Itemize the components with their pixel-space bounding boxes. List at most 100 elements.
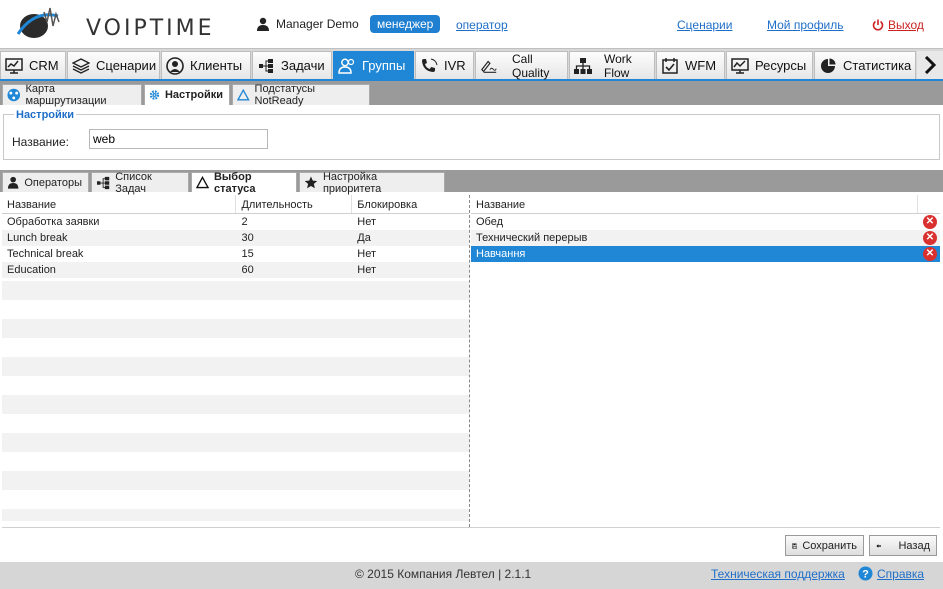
help-icon: ? [858, 566, 873, 581]
selected-statuses-grid: Название Обед ✕ Технический перерыв ✕ На… [471, 195, 940, 527]
save-button[interactable]: Сохранить [785, 535, 864, 556]
tab-groups[interactable]: Группы [333, 51, 414, 79]
remove-icon[interactable]: ✕ [923, 215, 937, 229]
tab-scenarios[interactable]: Сценарии [67, 51, 160, 79]
tab-status-select[interactable]: Выбор статуса [191, 171, 297, 195]
tab-routing-map[interactable]: Карта маршрутизации [2, 83, 142, 107]
table-row[interactable]: Education 60 Нет [2, 262, 469, 278]
tab-ivr[interactable]: IVR [415, 51, 474, 79]
tab-scenarios-label: Сценарии [96, 58, 157, 73]
table-row-selected[interactable]: Навчання ✕ [471, 246, 940, 262]
ivr-icon [420, 57, 438, 75]
cell-name: Technical break [7, 248, 84, 260]
table-row[interactable]: Технический перерыв ✕ [471, 230, 940, 246]
col-header-blocking[interactable]: Блокировка [352, 195, 469, 213]
cell-duration: 30 [241, 232, 254, 244]
tab-statistics[interactable]: Статистика [814, 51, 916, 79]
col-header-name[interactable]: Название [2, 195, 237, 213]
logo-icon [16, 7, 60, 38]
tab-work-flow[interactable]: Work Flow [569, 51, 655, 80]
grid-header: Название Длительность Блокировка [2, 195, 469, 214]
save-label: Сохранить [802, 539, 857, 552]
role-operator-link[interactable]: оператор [456, 18, 508, 32]
workflow-icon [574, 57, 592, 75]
signature-icon [480, 57, 498, 75]
sub-nav: Карта маршрутизации Настройки Подстатусы… [0, 81, 943, 107]
user-icon [7, 176, 19, 189]
group-icon [338, 57, 356, 75]
svg-text:?: ? [862, 569, 869, 581]
tab-crm[interactable]: CRM [0, 51, 66, 79]
tab-wfm-label: WFM [685, 58, 717, 73]
my-profile-link[interactable]: Мой профиль [767, 18, 844, 32]
tab-priority-settings[interactable]: Настройка приоритета [299, 171, 445, 195]
cell-blocking: Нет [357, 216, 376, 228]
tab-clients[interactable]: Клиенты [161, 51, 251, 79]
tab-settings-label: Настройки [164, 89, 223, 101]
star-icon [304, 176, 318, 189]
current-user: Manager Demo [256, 17, 359, 31]
layers-icon [72, 57, 90, 75]
col-header-name[interactable]: Название [471, 195, 918, 213]
col-header-duration[interactable]: Длительность [236, 195, 353, 213]
user-icon [257, 17, 269, 31]
cell-name: Обработка заявки [7, 216, 100, 228]
tab-tasks[interactable]: Задачи [252, 51, 332, 79]
tab-call-quality-label: Call Quality [512, 51, 550, 80]
remove-icon[interactable]: ✕ [923, 231, 937, 245]
arrow-left-icon [876, 543, 882, 548]
col-header-actions [918, 195, 940, 213]
cell-name: Lunch break [7, 232, 68, 244]
chevron-right-icon [924, 56, 936, 74]
tasks-icon [96, 176, 110, 189]
chart-icon [5, 57, 23, 75]
table-row[interactable]: Обработка заявки 2 Нет [2, 214, 469, 230]
footer: © 2015 Компания Левтел | 2.1.1 Техническ… [0, 562, 943, 589]
scenarios-link[interactable]: Сценарии [677, 18, 732, 32]
remove-icon[interactable]: ✕ [923, 247, 937, 261]
back-label: Назад [898, 539, 930, 552]
settings-panel: Настройки Название: [3, 109, 940, 160]
tab-crm-label: CRM [29, 58, 59, 73]
action-bar: Сохранить Назад [2, 527, 940, 560]
tab-operators-label: Операторы [24, 176, 82, 189]
logout-link[interactable]: Выход [872, 18, 924, 32]
app-header: VOIPTIME Manager Demo менеджер оператор … [0, 0, 943, 48]
role-manager-badge[interactable]: менеджер [370, 15, 441, 33]
grid-empty-area [471, 262, 940, 522]
copyright: © 2015 Компания Левтел | 2.1.1 [355, 567, 532, 581]
tab-wfm[interactable]: WFM [656, 51, 725, 79]
grid-body: Обработка заявки 2 Нет Lunch break 30 Да… [2, 214, 469, 521]
tab-statistics-label: Статистика [843, 58, 912, 73]
tab-task-list[interactable]: Список Задач [91, 171, 189, 195]
back-button[interactable]: Назад [869, 535, 937, 556]
support-link[interactable]: Техническая поддержка [711, 567, 845, 581]
table-row[interactable]: Lunch break 30 Да [2, 230, 469, 246]
main-nav: CRM Сценарии Клиенты Задачи Группы IVR C… [0, 48, 943, 81]
tab-call-quality[interactable]: Call Quality [475, 51, 568, 80]
cell-duration: 15 [241, 248, 254, 260]
cell-duration: 2 [241, 216, 248, 228]
tab-resources[interactable]: Ресурсы [726, 51, 813, 79]
tab-ivr-label: IVR [444, 58, 466, 73]
table-row[interactable]: Обед ✕ [471, 214, 940, 230]
resources-icon [731, 57, 749, 75]
tab-operators[interactable]: Операторы [2, 172, 89, 192]
nav-scroll-right-button[interactable] [917, 51, 943, 79]
calendar-check-icon [661, 57, 679, 75]
tab-settings[interactable]: Настройки [144, 84, 230, 105]
help-link[interactable]: ? Справка [858, 566, 924, 581]
tab-clients-label: Клиенты [190, 58, 243, 73]
grid-empty-area [2, 281, 469, 521]
name-input[interactable] [89, 129, 268, 149]
table-row[interactable]: Technical break 15 Нет [2, 246, 469, 262]
cell-name: Навчання [476, 248, 526, 260]
logo: VOIPTIME [14, 4, 212, 44]
tab-notready-substatuses[interactable]: Подстатусы NotReady [232, 83, 370, 107]
name-label: Название: [12, 135, 69, 149]
gear-icon [149, 90, 160, 100]
tab-tasks-label: Задачи [281, 58, 325, 73]
cell-blocking: Да [357, 232, 371, 244]
cell-name: Обед [476, 216, 504, 228]
cell-blocking: Нет [357, 248, 376, 260]
